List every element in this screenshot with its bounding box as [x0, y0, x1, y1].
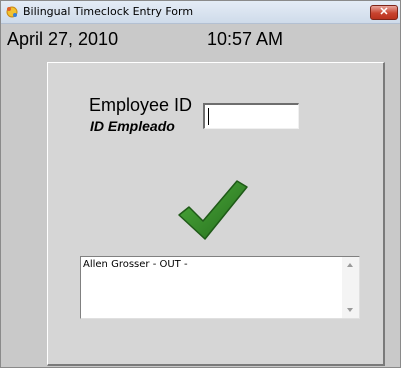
time-label: 10:57 AM — [207, 29, 284, 49]
close-button[interactable]: ✕ — [370, 5, 398, 20]
scroll-up-icon[interactable] — [347, 263, 353, 267]
date-label: April 27, 2010 — [7, 29, 119, 49]
text-caret — [208, 108, 209, 125]
timeclock-window: Bilingual Timeclock Entry Form ✕ April 2… — [0, 0, 401, 368]
log-textarea[interactable]: Allen Grosser - OUT - — [80, 256, 360, 319]
employee-id-label-spanish: ID Empleado — [90, 118, 175, 134]
log-text: Allen Grosser - OUT - — [83, 259, 188, 270]
title-bar[interactable]: Bilingual Timeclock Entry Form ✕ — [1, 1, 400, 24]
scroll-down-icon[interactable] — [347, 308, 353, 312]
employee-id-label: Employee ID — [89, 95, 193, 115]
employee-id-input[interactable] — [203, 103, 299, 129]
app-icon — [6, 6, 18, 18]
window-title: Bilingual Timeclock Entry Form — [23, 5, 194, 18]
checkmark-icon — [178, 180, 248, 240]
log-scrollbar[interactable] — [342, 257, 359, 318]
